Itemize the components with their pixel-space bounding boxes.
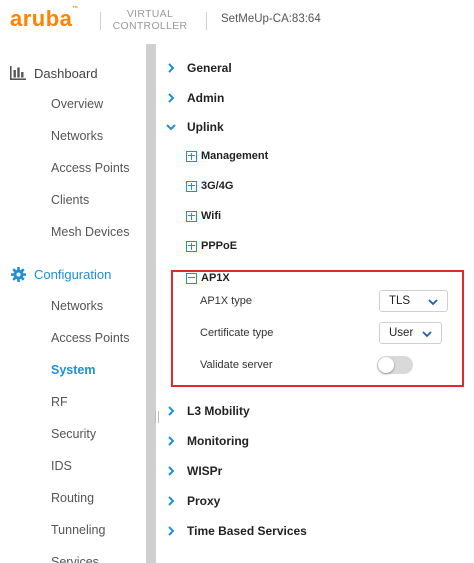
chevron-right-icon	[164, 91, 178, 105]
sidebar-item-ids[interactable]: IDS	[51, 457, 72, 475]
sidebar-item-rf[interactable]: RF	[51, 393, 68, 411]
device-name: SetMeUp-CA:83:64	[221, 13, 321, 25]
sidebar-item-services[interactable]: Services	[51, 553, 99, 563]
section-monitoring[interactable]: Monitoring	[164, 432, 249, 450]
section-time-based-services[interactable]: Time Based Services	[164, 522, 307, 540]
expand-plus-icon	[186, 150, 197, 162]
toggle-knob	[378, 357, 394, 373]
chevron-right-icon	[164, 524, 178, 538]
sidebar-item-networks[interactable]: Networks	[51, 297, 103, 315]
expand-plus-icon	[186, 210, 197, 222]
sidebar-item-security[interactable]: Security	[51, 425, 96, 443]
subsection-3g4g[interactable]: 3G/4G	[186, 178, 233, 194]
sidebar-item-overview[interactable]: Overview	[51, 95, 103, 113]
chevron-down-icon	[427, 296, 439, 308]
product-name: VIRTUAL CONTROLLER	[112, 8, 188, 32]
section-uplink[interactable]: Uplink	[164, 118, 224, 136]
gear-icon	[10, 266, 26, 282]
section-general[interactable]: General	[164, 59, 232, 77]
sidebar-item-access-points[interactable]: Access Points	[51, 159, 130, 177]
ap1x-type-select[interactable]: TLS	[379, 290, 448, 312]
expand-plus-icon	[186, 180, 197, 192]
sidebar-section-dashboard[interactable]: Dashboard	[10, 62, 98, 84]
expand-plus-icon	[186, 240, 197, 252]
ap1x-type-label: AP1X type	[200, 295, 252, 307]
chevron-down-icon	[421, 328, 433, 340]
subsection-pppoe[interactable]: PPPoE	[186, 238, 237, 254]
validate-server-toggle[interactable]	[377, 356, 413, 374]
sidebar-divider	[146, 44, 156, 563]
top-header: aruba™ VIRTUAL CONTROLLER SetMeUp-CA:83:…	[0, 0, 474, 44]
chevron-down-icon	[164, 120, 178, 134]
chevron-right-icon	[164, 464, 178, 478]
section-wispr[interactable]: WISPr	[164, 462, 222, 480]
section-admin[interactable]: Admin	[164, 89, 224, 107]
section-proxy[interactable]: Proxy	[164, 492, 220, 510]
sidebar-item-access-points[interactable]: Access Points	[51, 329, 130, 347]
certificate-type-select[interactable]: User	[379, 322, 442, 344]
validate-server-label: Validate server	[200, 359, 273, 371]
sidebar-item-mesh-devices[interactable]: Mesh Devices	[51, 223, 130, 241]
section-l3-mobility[interactable]: L3 Mobility	[164, 402, 250, 420]
header-divider	[100, 12, 101, 30]
chevron-right-icon	[164, 61, 178, 75]
chevron-right-icon	[164, 494, 178, 508]
sidebar-item-networks[interactable]: Networks	[51, 127, 103, 145]
sidebar-section-configuration[interactable]: Configuration	[10, 263, 111, 285]
subsection-management[interactable]: Management	[186, 148, 268, 164]
certificate-type-label: Certificate type	[200, 327, 274, 339]
sidebar-item-system[interactable]: System	[51, 361, 95, 379]
subsection-wifi[interactable]: Wifi	[186, 208, 221, 224]
header-divider	[206, 12, 207, 30]
sidebar-item-tunneling[interactable]: Tunneling	[51, 521, 105, 539]
sidebar: Dashboard Overview Networks Access Point…	[0, 44, 146, 563]
chevron-right-icon	[164, 404, 178, 418]
bar-chart-icon	[10, 65, 26, 81]
sidebar-item-routing[interactable]: Routing	[51, 489, 94, 507]
chevron-right-icon	[164, 434, 178, 448]
aruba-logo[interactable]: aruba™	[10, 6, 79, 32]
sidebar-item-clients[interactable]: Clients	[51, 191, 89, 209]
